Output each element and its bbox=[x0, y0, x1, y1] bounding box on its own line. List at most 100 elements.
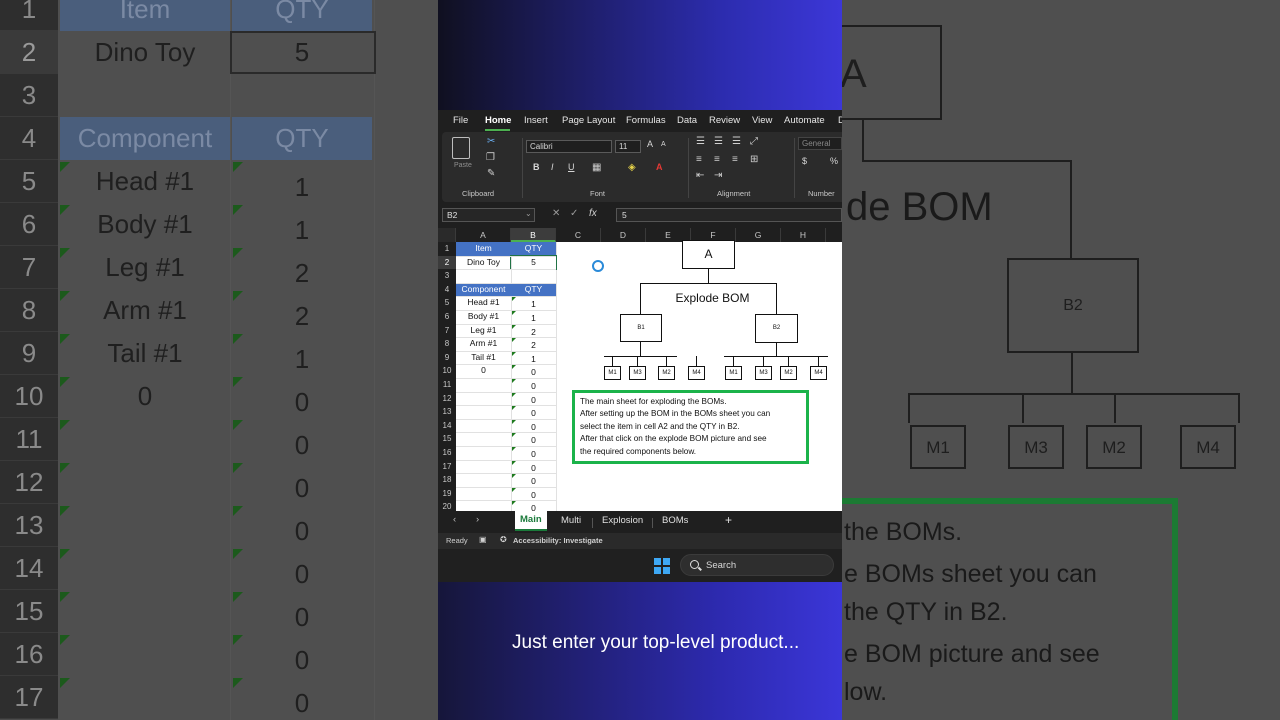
tab-automate[interactable]: Automate bbox=[784, 115, 825, 126]
component-name-cell[interactable] bbox=[456, 392, 511, 406]
align-center-icon[interactable]: ≡ bbox=[714, 154, 720, 165]
component-name-cell[interactable]: Body #1 bbox=[456, 310, 511, 324]
cell-b4[interactable]: QTY bbox=[511, 282, 556, 297]
diagram-leaf-box[interactable]: M3 bbox=[629, 366, 646, 380]
macro-icon[interactable]: ▣ bbox=[479, 535, 487, 544]
formula-input[interactable]: 5 bbox=[616, 208, 842, 222]
explode-bom-title[interactable]: Explode BOM bbox=[660, 291, 765, 305]
insert-function-icon[interactable]: fx bbox=[589, 208, 597, 219]
diagram-box-a[interactable]: A bbox=[682, 240, 735, 269]
component-name-cell[interactable]: 0 bbox=[456, 364, 511, 378]
fill-color-icon[interactable]: ◈ bbox=[628, 162, 636, 173]
italic-button[interactable]: I bbox=[551, 162, 554, 172]
row-header[interactable]: 3 bbox=[438, 269, 456, 283]
diagram-leaf-box[interactable]: M2 bbox=[780, 366, 797, 380]
row-header[interactable]: 1 bbox=[438, 242, 456, 256]
prev-sheet-icon[interactable]: ‹ bbox=[453, 514, 456, 525]
row-header[interactable]: 5 bbox=[438, 296, 456, 310]
accessibility-status[interactable]: Accessibility: Investigate bbox=[513, 536, 603, 545]
cell-a4[interactable]: Component bbox=[456, 282, 511, 297]
align-left-icon[interactable]: ≡ bbox=[696, 154, 702, 165]
row-header[interactable]: 8 bbox=[438, 337, 456, 351]
currency-button[interactable]: $ bbox=[802, 156, 807, 166]
diagram-box-b1[interactable]: B1 bbox=[620, 314, 662, 342]
tab-file[interactable]: File bbox=[453, 115, 468, 126]
diagram-leaf-box[interactable]: M1 bbox=[604, 366, 621, 380]
column-header[interactable]: C bbox=[556, 228, 601, 242]
number-format-select[interactable]: General bbox=[798, 137, 842, 150]
tab-home[interactable]: Home bbox=[485, 115, 511, 126]
component-name-cell[interactable] bbox=[456, 460, 511, 474]
diagram-box-b2[interactable]: B2 bbox=[755, 314, 798, 343]
column-header[interactable]: D bbox=[601, 228, 646, 242]
format-painter-icon[interactable]: ✎ bbox=[487, 168, 495, 179]
taskbar-search[interactable]: Search bbox=[680, 554, 834, 576]
cut-icon[interactable]: ✂ bbox=[487, 136, 495, 147]
tab-insert[interactable]: Insert bbox=[524, 115, 548, 126]
merge-icon[interactable]: ⊞ bbox=[750, 154, 758, 165]
tab-formulas[interactable]: Formulas bbox=[626, 115, 666, 126]
tab-data[interactable]: Data bbox=[677, 115, 697, 126]
grow-font-button[interactable]: A bbox=[647, 139, 653, 149]
diagram-leaf-box[interactable]: M1 bbox=[725, 366, 742, 380]
diagram-leaf-box[interactable]: M2 bbox=[658, 366, 675, 380]
orientation-icon[interactable]: ⤢ bbox=[750, 136, 758, 147]
row-header[interactable]: 19 bbox=[438, 487, 456, 501]
namebox-chevron-icon[interactable]: ⌄ bbox=[525, 209, 532, 218]
row-header[interactable]: 13 bbox=[438, 405, 456, 419]
column-header[interactable]: H bbox=[781, 228, 826, 242]
borders-icon[interactable]: ▦ bbox=[592, 162, 601, 173]
column-header[interactable]: A bbox=[456, 228, 511, 242]
component-name-cell[interactable]: Leg #1 bbox=[456, 324, 511, 338]
row-header[interactable]: 12 bbox=[438, 392, 456, 406]
add-sheet-button[interactable]: + bbox=[725, 513, 732, 527]
component-name-cell[interactable] bbox=[456, 446, 511, 460]
sheet-tab-multi[interactable]: Multi bbox=[561, 515, 581, 526]
percent-button[interactable]: % bbox=[830, 156, 838, 166]
indent-increase-icon[interactable]: ⇥ bbox=[714, 170, 722, 181]
font-color-button[interactable]: A bbox=[656, 162, 663, 172]
row-header[interactable]: 11 bbox=[438, 378, 456, 392]
align-right-icon[interactable]: ≡ bbox=[732, 154, 738, 165]
indent-decrease-icon[interactable]: ⇤ bbox=[696, 170, 704, 181]
bold-button[interactable]: B bbox=[533, 162, 540, 172]
row-header[interactable]: 15 bbox=[438, 432, 456, 446]
component-name-cell[interactable] bbox=[456, 405, 511, 419]
sheet-tab-explosion[interactable]: Explosion bbox=[602, 515, 643, 526]
next-sheet-icon[interactable]: › bbox=[476, 514, 479, 525]
sheet-tab-boms[interactable]: BOMs bbox=[662, 515, 688, 526]
tab-page-layout[interactable]: Page Layout bbox=[562, 115, 615, 126]
row-header[interactable]: 4 bbox=[438, 283, 456, 297]
tab-review[interactable]: Review bbox=[709, 115, 740, 126]
row-header[interactable]: 6 bbox=[438, 310, 456, 324]
instruction-note[interactable]: The main sheet for exploding the BOMs. A… bbox=[572, 390, 809, 464]
cell-a2[interactable]: Dino Toy bbox=[456, 256, 511, 270]
row-header[interactable]: 2 bbox=[438, 255, 456, 270]
component-name-cell[interactable]: Tail #1 bbox=[456, 351, 511, 365]
diagram-leaf-box[interactable]: M4 bbox=[810, 366, 827, 380]
name-box[interactable]: B2 bbox=[442, 208, 535, 222]
align-middle-icon[interactable]: ☰ bbox=[714, 136, 723, 147]
diagram-leaf-box[interactable]: M3 bbox=[755, 366, 772, 380]
row-header[interactable]: 10 bbox=[438, 364, 456, 378]
align-bottom-icon[interactable]: ☰ bbox=[732, 136, 741, 147]
paste-icon[interactable] bbox=[452, 137, 470, 159]
component-name-cell[interactable] bbox=[456, 419, 511, 433]
tab-more[interactable]: D bbox=[838, 115, 842, 126]
align-top-icon[interactable]: ☰ bbox=[696, 136, 705, 147]
component-name-cell[interactable]: Head #1 bbox=[456, 296, 511, 310]
cancel-icon[interactable]: ✕ bbox=[552, 208, 560, 219]
cell-a1[interactable]: Item bbox=[456, 242, 511, 256]
row-header[interactable]: 16 bbox=[438, 446, 456, 460]
font-name-select[interactable]: Calibri bbox=[526, 140, 612, 153]
row-header[interactable]: 17 bbox=[438, 460, 456, 474]
column-header[interactable]: B bbox=[511, 228, 556, 242]
component-name-cell[interactable] bbox=[456, 473, 511, 487]
row-header[interactable]: 7 bbox=[438, 324, 456, 338]
enter-icon[interactable]: ✓ bbox=[570, 208, 578, 219]
shrink-font-button[interactable]: A bbox=[661, 141, 666, 148]
component-name-cell[interactable] bbox=[456, 378, 511, 392]
sheet-tab-main[interactable]: Main bbox=[515, 511, 547, 531]
diagram-leaf-box[interactable]: M4 bbox=[688, 366, 705, 380]
cell-b1[interactable]: QTY bbox=[511, 242, 556, 256]
